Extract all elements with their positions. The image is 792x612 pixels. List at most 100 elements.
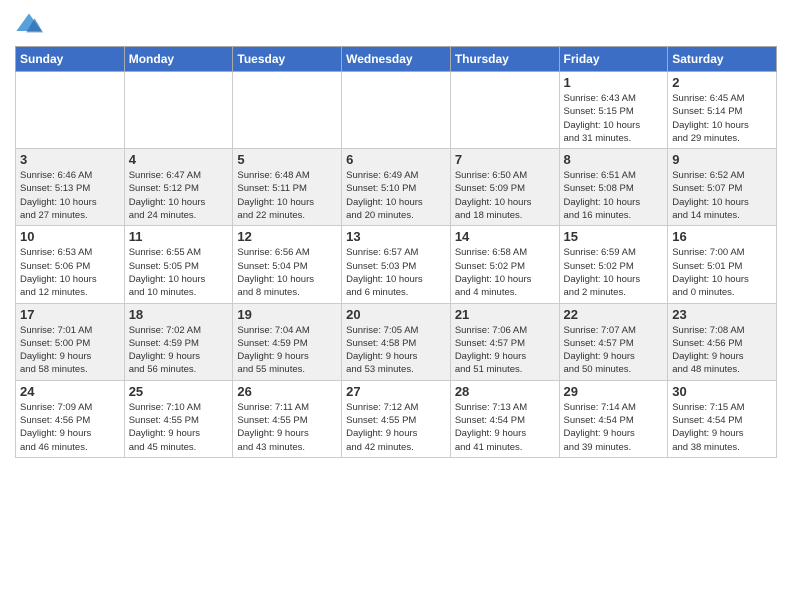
day-number: 21: [455, 307, 555, 322]
day-info: Sunrise: 6:59 AM Sunset: 5:02 PM Dayligh…: [564, 246, 664, 299]
day-header-friday: Friday: [559, 47, 668, 72]
day-header-thursday: Thursday: [450, 47, 559, 72]
calendar-cell: 23 Sunrise: 7:08 AM Sunset: 4:56 PM Dayli…: [668, 303, 777, 380]
day-number: 11: [129, 229, 229, 244]
calendar-cell: 9 Sunrise: 6:52 AM Sunset: 5:07 PM Daylig…: [668, 149, 777, 226]
day-info: Sunrise: 7:12 AM Sunset: 4:55 PM Dayligh…: [346, 401, 446, 454]
calendar-cell: [342, 72, 451, 149]
day-number: 26: [237, 384, 337, 399]
calendar-cell: [124, 72, 233, 149]
day-number: 9: [672, 152, 772, 167]
calendar-cell: 21 Sunrise: 7:06 AM Sunset: 4:57 PM Dayli…: [450, 303, 559, 380]
calendar-cell: 17 Sunrise: 7:01 AM Sunset: 5:00 PM Dayli…: [16, 303, 125, 380]
day-info: Sunrise: 7:14 AM Sunset: 4:54 PM Dayligh…: [564, 401, 664, 454]
day-info: Sunrise: 6:43 AM Sunset: 5:15 PM Dayligh…: [564, 92, 664, 145]
calendar-cell: 30 Sunrise: 7:15 AM Sunset: 4:54 PM Dayli…: [668, 380, 777, 457]
day-number: 2: [672, 75, 772, 90]
day-info: Sunrise: 7:06 AM Sunset: 4:57 PM Dayligh…: [455, 324, 555, 377]
calendar-cell: 11 Sunrise: 6:55 AM Sunset: 5:05 PM Dayli…: [124, 226, 233, 303]
calendar-cell: 5 Sunrise: 6:48 AM Sunset: 5:11 PM Daylig…: [233, 149, 342, 226]
day-number: 25: [129, 384, 229, 399]
day-info: Sunrise: 6:51 AM Sunset: 5:08 PM Dayligh…: [564, 169, 664, 222]
day-number: 16: [672, 229, 772, 244]
day-number: 28: [455, 384, 555, 399]
day-header-monday: Monday: [124, 47, 233, 72]
calendar: SundayMondayTuesdayWednesdayThursdayFrid…: [15, 46, 777, 458]
calendar-cell: 19 Sunrise: 7:04 AM Sunset: 4:59 PM Dayli…: [233, 303, 342, 380]
calendar-cell: 15 Sunrise: 6:59 AM Sunset: 5:02 PM Dayli…: [559, 226, 668, 303]
day-info: Sunrise: 6:50 AM Sunset: 5:09 PM Dayligh…: [455, 169, 555, 222]
day-info: Sunrise: 7:11 AM Sunset: 4:55 PM Dayligh…: [237, 401, 337, 454]
day-info: Sunrise: 7:13 AM Sunset: 4:54 PM Dayligh…: [455, 401, 555, 454]
day-header-tuesday: Tuesday: [233, 47, 342, 72]
header-row: SundayMondayTuesdayWednesdayThursdayFrid…: [16, 47, 777, 72]
day-number: 1: [564, 75, 664, 90]
week-row-1: 1 Sunrise: 6:43 AM Sunset: 5:15 PM Daylig…: [16, 72, 777, 149]
day-info: Sunrise: 7:04 AM Sunset: 4:59 PM Dayligh…: [237, 324, 337, 377]
calendar-cell: 27 Sunrise: 7:12 AM Sunset: 4:55 PM Dayli…: [342, 380, 451, 457]
day-number: 19: [237, 307, 337, 322]
calendar-cell: 25 Sunrise: 7:10 AM Sunset: 4:55 PM Dayli…: [124, 380, 233, 457]
calendar-cell: 18Sunrise: 7:02 AM Sunset: 4:59 PM Dayli…: [124, 303, 233, 380]
calendar-cell: 13Sunrise: 6:57 AM Sunset: 5:03 PM Dayli…: [342, 226, 451, 303]
calendar-cell: 20Sunrise: 7:05 AM Sunset: 4:58 PM Dayli…: [342, 303, 451, 380]
day-number: 30: [672, 384, 772, 399]
day-number: 7: [455, 152, 555, 167]
calendar-cell: 4Sunrise: 6:47 AM Sunset: 5:12 PM Daylig…: [124, 149, 233, 226]
header: [15, 10, 777, 38]
calendar-cell: 7 Sunrise: 6:50 AM Sunset: 5:09 PM Daylig…: [450, 149, 559, 226]
day-number: 27: [346, 384, 446, 399]
calendar-cell: 16Sunrise: 7:00 AM Sunset: 5:01 PM Dayli…: [668, 226, 777, 303]
day-info: Sunrise: 7:10 AM Sunset: 4:55 PM Dayligh…: [129, 401, 229, 454]
logo: [15, 10, 47, 38]
day-number: 10: [20, 229, 120, 244]
day-number: 12: [237, 229, 337, 244]
day-number: 29: [564, 384, 664, 399]
day-info: Sunrise: 7:15 AM Sunset: 4:54 PM Dayligh…: [672, 401, 772, 454]
calendar-cell: 1 Sunrise: 6:43 AM Sunset: 5:15 PM Daylig…: [559, 72, 668, 149]
calendar-cell: 10Sunrise: 6:53 AM Sunset: 5:06 PM Dayli…: [16, 226, 125, 303]
day-info: Sunrise: 6:52 AM Sunset: 5:07 PM Dayligh…: [672, 169, 772, 222]
day-number: 18: [129, 307, 229, 322]
day-info: Sunrise: 6:58 AM Sunset: 5:02 PM Dayligh…: [455, 246, 555, 299]
day-number: 17: [20, 307, 120, 322]
day-info: Sunrise: 6:48 AM Sunset: 5:11 PM Dayligh…: [237, 169, 337, 222]
day-info: Sunrise: 7:01 AM Sunset: 5:00 PM Dayligh…: [20, 324, 120, 377]
day-info: Sunrise: 6:45 AM Sunset: 5:14 PM Dayligh…: [672, 92, 772, 145]
day-info: Sunrise: 7:07 AM Sunset: 4:57 PM Dayligh…: [564, 324, 664, 377]
day-number: 24: [20, 384, 120, 399]
calendar-cell: 12Sunrise: 6:56 AM Sunset: 5:04 PM Dayli…: [233, 226, 342, 303]
day-info: Sunrise: 6:57 AM Sunset: 5:03 PM Dayligh…: [346, 246, 446, 299]
day-number: 4: [129, 152, 229, 167]
calendar-cell: [233, 72, 342, 149]
week-row-4: 17 Sunrise: 7:01 AM Sunset: 5:00 PM Dayli…: [16, 303, 777, 380]
calendar-cell: [450, 72, 559, 149]
day-number: 14: [455, 229, 555, 244]
calendar-cell: 28 Sunrise: 7:13 AM Sunset: 4:54 PM Dayli…: [450, 380, 559, 457]
calendar-cell: 29 Sunrise: 7:14 AM Sunset: 4:54 PM Dayli…: [559, 380, 668, 457]
day-number: 8: [564, 152, 664, 167]
day-info: Sunrise: 7:09 AM Sunset: 4:56 PM Dayligh…: [20, 401, 120, 454]
day-number: 6: [346, 152, 446, 167]
week-row-5: 24 Sunrise: 7:09 AM Sunset: 4:56 PM Dayli…: [16, 380, 777, 457]
calendar-cell: 2 Sunrise: 6:45 AM Sunset: 5:14 PM Daylig…: [668, 72, 777, 149]
day-number: 22: [564, 307, 664, 322]
day-info: Sunrise: 6:49 AM Sunset: 5:10 PM Dayligh…: [346, 169, 446, 222]
day-number: 23: [672, 307, 772, 322]
calendar-cell: 14 Sunrise: 6:58 AM Sunset: 5:02 PM Dayli…: [450, 226, 559, 303]
day-number: 5: [237, 152, 337, 167]
calendar-cell: 6 Sunrise: 6:49 AM Sunset: 5:10 PM Daylig…: [342, 149, 451, 226]
day-header-saturday: Saturday: [668, 47, 777, 72]
week-row-3: 10Sunrise: 6:53 AM Sunset: 5:06 PM Dayli…: [16, 226, 777, 303]
day-header-wednesday: Wednesday: [342, 47, 451, 72]
day-number: 15: [564, 229, 664, 244]
day-info: Sunrise: 6:46 AM Sunset: 5:13 PM Dayligh…: [20, 169, 120, 222]
calendar-cell: 26 Sunrise: 7:11 AM Sunset: 4:55 PM Dayli…: [233, 380, 342, 457]
calendar-cell: 3Sunrise: 6:46 AM Sunset: 5:13 PM Daylig…: [16, 149, 125, 226]
calendar-cell: 24 Sunrise: 7:09 AM Sunset: 4:56 PM Dayli…: [16, 380, 125, 457]
day-info: Sunrise: 7:08 AM Sunset: 4:56 PM Dayligh…: [672, 324, 772, 377]
calendar-cell: [16, 72, 125, 149]
calendar-cell: 22 Sunrise: 7:07 AM Sunset: 4:57 PM Dayli…: [559, 303, 668, 380]
day-number: 20: [346, 307, 446, 322]
day-info: Sunrise: 6:55 AM Sunset: 5:05 PM Dayligh…: [129, 246, 229, 299]
